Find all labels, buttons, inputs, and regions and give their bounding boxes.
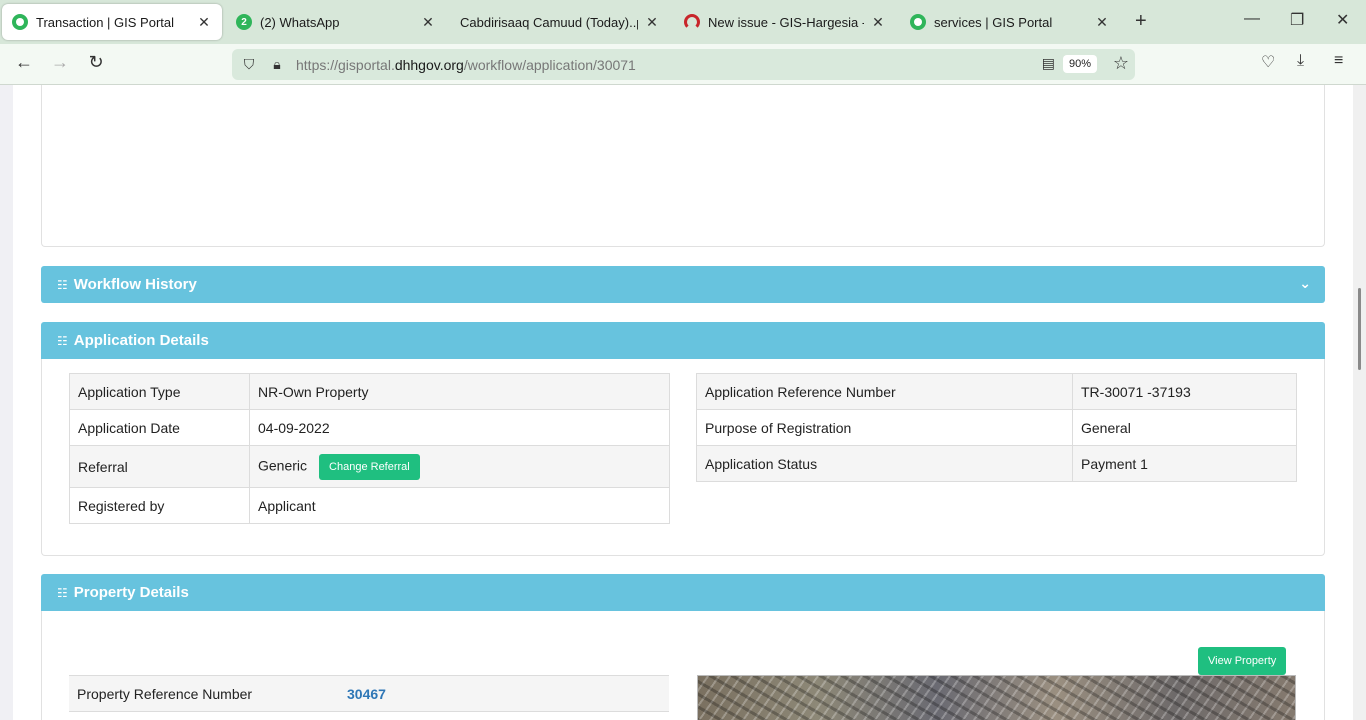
tab-title: New issue - GIS-Hargesia - Team <box>708 14 864 30</box>
window-close-icon[interactable]: ✕ <box>1336 10 1349 30</box>
row-value: Payment 1 <box>1072 445 1297 482</box>
property-table: Property Reference Number 30467 <box>69 675 669 712</box>
panel-title: Workflow History <box>73 276 197 293</box>
application-details-header: ☷ Application Details <box>41 322 1325 359</box>
tab-services[interactable]: services | GIS Portal ✕ <box>900 4 1120 40</box>
row-value: NR-Own Property <box>249 373 670 410</box>
forward-icon[interactable]: → <box>48 52 72 73</box>
table-row: Application Type NR-Own Property <box>69 373 670 410</box>
row-label: Purpose of Registration <box>696 409 1073 446</box>
url-domain: dhhgov.org <box>394 56 464 73</box>
row-label: Referral <box>69 445 250 488</box>
list-icon: ☷ <box>57 333 68 348</box>
panel-title: Property Details <box>73 584 189 601</box>
row-label: Application Date <box>69 409 250 446</box>
lock-icon[interactable]: 🔒︎ <box>266 56 288 73</box>
browser-tab-bar: Transaction | GIS Portal ✕ 2 (2) WhatsAp… <box>0 0 1366 44</box>
tab-pdf[interactable]: Cabdirisaaq Camuud (Today)..pdf ✕ <box>450 4 670 40</box>
referral-value: Generic <box>258 457 308 474</box>
tab-title: Transaction | GIS Portal <box>36 14 175 30</box>
back-icon[interactable]: ← <box>12 52 36 73</box>
gis-icon <box>12 14 28 30</box>
zoom-level[interactable]: 90% <box>1062 55 1097 73</box>
scrollbar-thumb[interactable] <box>1358 288 1361 370</box>
pocket-icon[interactable]: ♡ <box>1261 52 1275 72</box>
reload-icon[interactable]: ↻ <box>84 52 108 73</box>
row-value-cell: Generic Change Referral <box>249 445 670 488</box>
panel-title: Application Details <box>73 332 209 349</box>
row-value: General <box>1072 409 1297 446</box>
reader-view-icon[interactable]: ▤ <box>1042 55 1055 72</box>
tab-whatsapp[interactable]: 2 (2) WhatsApp ✕ <box>226 4 446 40</box>
table-row: Application Reference Number TR-30071 -3… <box>696 373 1297 410</box>
bookmark-star-icon[interactable]: ☆ <box>1113 53 1129 74</box>
property-map-image[interactable] <box>697 675 1296 720</box>
azure-devops-icon <box>684 14 700 30</box>
row-value: TR-30071 -37193 <box>1072 373 1297 410</box>
workflow-history-header[interactable]: ☷ Workflow History ⌄ <box>41 266 1325 303</box>
tab-new-issue[interactable]: New issue - GIS-Hargesia - Team ✕ <box>674 4 896 40</box>
whatsapp-icon: 2 <box>236 14 252 30</box>
tab-title: (2) WhatsApp <box>260 14 340 30</box>
chevron-down-icon[interactable]: ⌄ <box>1299 275 1311 292</box>
table-row: Property Reference Number 30467 <box>69 675 669 712</box>
minimize-icon[interactable]: — <box>1244 10 1260 28</box>
list-icon: ☷ <box>57 585 68 600</box>
url-text[interactable]: https://gisportal.dhhgov.org/workflow/ap… <box>296 57 636 73</box>
property-reference-link[interactable]: 30467 <box>347 686 386 702</box>
tab-transaction[interactable]: Transaction | GIS Portal ✕ <box>2 4 222 40</box>
close-icon[interactable]: ✕ <box>196 14 212 31</box>
gis-icon <box>910 14 926 30</box>
table-row: Referral Generic Change Referral <box>69 445 670 488</box>
close-icon[interactable]: ✕ <box>420 14 436 31</box>
url-path: /workflow/application/30071 <box>463 56 636 73</box>
close-icon[interactable]: ✕ <box>870 14 886 31</box>
new-tab-icon[interactable]: + <box>1135 10 1147 33</box>
property-details-header: ☷ Property Details <box>41 574 1325 611</box>
row-label: Application Reference Number <box>696 373 1073 410</box>
row-label: Property Reference Number <box>69 675 339 712</box>
empty-card <box>41 85 1325 247</box>
table-row: Application Date 04-09-2022 <box>69 409 670 446</box>
close-icon[interactable]: ✕ <box>1094 14 1110 31</box>
browser-nav-bar: ← → ↻ ⛉ 🔒︎ https://gisportal.dhhgov.org/… <box>0 44 1366 85</box>
row-value: 30467 <box>339 675 669 712</box>
change-referral-button[interactable]: Change Referral <box>319 453 420 480</box>
application-right-table: Application Reference Number TR-30071 -3… <box>696 373 1297 482</box>
restore-icon[interactable]: ❐ <box>1290 10 1304 30</box>
page-content: ☷ Workflow History ⌄ ☷ Application Detai… <box>13 85 1353 720</box>
list-icon: ☷ <box>57 277 68 292</box>
row-value: 04-09-2022 <box>249 409 670 446</box>
row-value: Applicant <box>249 487 670 524</box>
application-left-table: Application Type NR-Own Property Applica… <box>69 373 670 524</box>
download-icon[interactable]: ⤓ <box>1297 52 1304 70</box>
table-row: Registered by Applicant <box>69 487 670 524</box>
shield-icon[interactable]: ⛉ <box>238 56 260 73</box>
tab-title: Cabdirisaaq Camuud (Today)..pdf <box>460 14 638 30</box>
view-property-button[interactable]: View Property <box>1198 647 1287 675</box>
menu-icon[interactable]: ≡ <box>1334 52 1343 70</box>
row-label: Application Type <box>69 373 250 410</box>
row-label: Application Status <box>696 445 1073 482</box>
url-prefix: https://gisportal. <box>296 56 395 73</box>
table-row: Purpose of Registration General <box>696 409 1297 446</box>
tab-title: services | GIS Portal <box>934 14 1053 30</box>
close-icon[interactable]: ✕ <box>644 14 660 31</box>
row-label: Registered by <box>69 487 250 524</box>
page-scrollbar[interactable] <box>1353 85 1366 720</box>
table-row: Application Status Payment 1 <box>696 445 1297 482</box>
address-bar[interactable]: ⛉ 🔒︎ https://gisportal.dhhgov.org/workfl… <box>232 49 1135 80</box>
